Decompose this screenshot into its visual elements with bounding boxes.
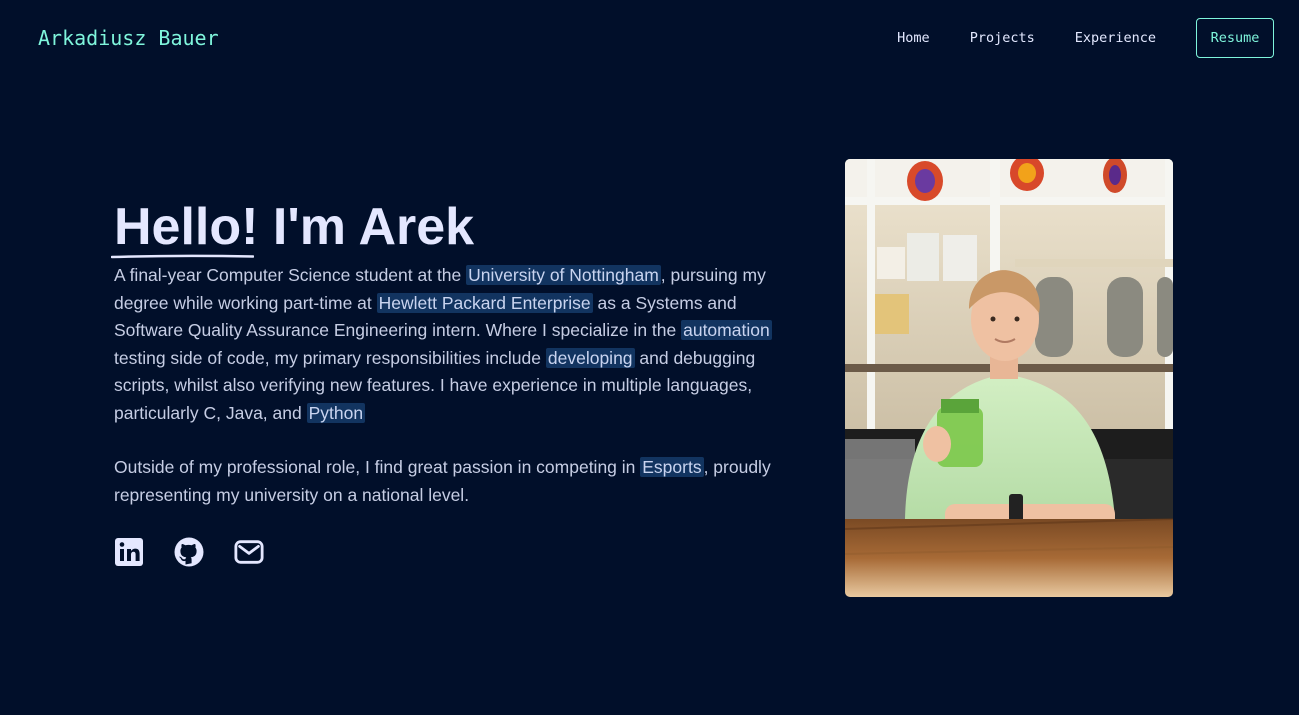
highlight-employer: Hewlett Packard Enterprise <box>376 292 593 313</box>
social-links <box>114 537 814 567</box>
highlight-university: University of Nottingham <box>466 265 661 285</box>
nav-projects-link[interactable]: Projects <box>970 30 1035 46</box>
hobby-paragraph: Outside of my professional role, I find … <box>114 454 804 509</box>
nav-experience-link[interactable]: Experience <box>1075 30 1156 46</box>
intro-paragraph: A final-year Computer Science student at… <box>114 262 804 427</box>
title-underline <box>111 254 254 259</box>
profile-photo <box>845 159 1173 597</box>
linkedin-icon <box>115 538 143 566</box>
brand-name[interactable]: Arkadiusz Bauer <box>38 26 219 50</box>
highlight-esports: Esports <box>640 457 704 477</box>
nav-home-link[interactable]: Home <box>897 30 930 46</box>
nav-links: Home Projects Experience Resume <box>897 18 1274 58</box>
linkedin-link[interactable] <box>114 537 144 567</box>
intro-text-4: testing side of code, my primary respons… <box>114 347 546 368</box>
highlight-python: Python <box>306 402 366 423</box>
profile-photo-illustration <box>845 159 1173 597</box>
highlight-automation: automation <box>681 320 772 340</box>
hero-section: Hello! I'm Arek A final-year Computer Sc… <box>111 196 814 567</box>
hobby-text-1: Outside of my professional role, I find … <box>114 457 641 477</box>
mail-icon <box>234 540 264 564</box>
email-link[interactable] <box>234 537 264 567</box>
hero-title: Hello! I'm Arek <box>111 196 475 259</box>
hero-title-text: Hello! I'm Arek <box>114 198 475 256</box>
github-icon <box>174 537 204 567</box>
top-nav: Arkadiusz Bauer Home Projects Experience… <box>0 0 1299 78</box>
intro-text-1: A final-year Computer Science student at… <box>114 265 467 285</box>
resume-button[interactable]: Resume <box>1196 18 1274 58</box>
highlight-developing: developing <box>545 347 635 368</box>
github-link[interactable] <box>174 537 204 567</box>
